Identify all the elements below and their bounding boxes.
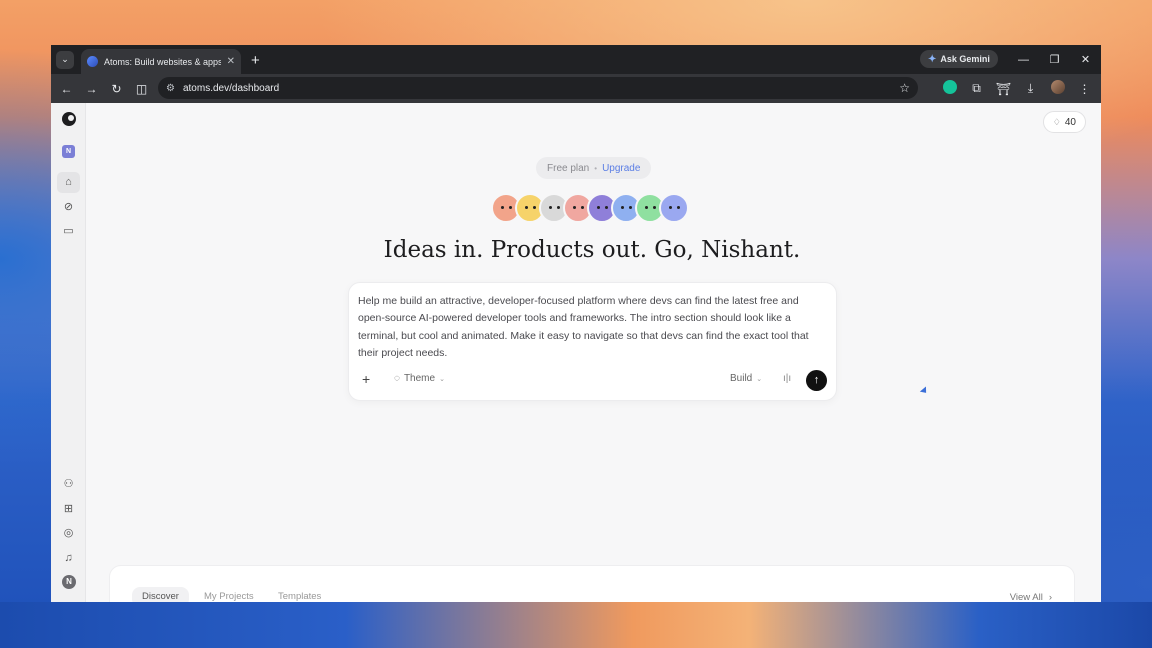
download-icon[interactable]: ⤓: [1018, 81, 1043, 96]
build-label: Build: [730, 373, 753, 384]
gemini-sparkle-icon: ✦: [928, 53, 937, 65]
gem-icon: ♢: [1052, 116, 1061, 127]
palette-icon: ◌: [394, 373, 400, 384]
home-icon[interactable]: ⌂: [57, 172, 80, 193]
theme-label: Theme: [403, 373, 436, 384]
minimize-icon[interactable]: —: [1008, 54, 1039, 66]
restore-icon[interactable]: ❐: [1039, 53, 1070, 66]
reload-icon[interactable]: ↻: [104, 82, 129, 96]
page-title: Ideas in. Products out. Go, Nishant.: [383, 237, 801, 263]
mouse-cursor-icon: [919, 386, 930, 396]
atoms-dashboard: N ⌂ ⊘ ▭ ⚇ ⊞ ◎ ♫ N ♢ 40 Free plan • Upgra…: [51, 103, 1101, 602]
profile-avatar[interactable]: [1045, 80, 1070, 97]
compass-icon[interactable]: ⊘: [57, 197, 80, 218]
sidebar: N ⌂ ⊘ ▭ ⚇ ⊞ ◎ ♫ N: [51, 103, 86, 602]
browser-tab[interactable]: Atoms: Build websites & apps i ✕: [81, 49, 241, 74]
new-tab-icon[interactable]: +: [251, 52, 260, 69]
plan-separator: •: [594, 163, 598, 173]
browser-window: ⌄ Atoms: Build websites & apps i ✕ + ✦ A…: [51, 45, 1101, 602]
prompt-input[interactable]: Help me build an attractive, developer-f…: [358, 293, 828, 362]
url-text: atoms.dev/dashboard: [182, 82, 280, 94]
close-tab-icon[interactable]: ✕: [227, 56, 235, 67]
ask-gemini-button[interactable]: ✦ Ask Gemini: [920, 50, 998, 68]
forward-icon[interactable]: →: [79, 82, 104, 96]
prompt-composer[interactable]: Help me build an attractive, developer-f…: [348, 282, 837, 401]
address-bar[interactable]: ⚙ atoms.dev/dashboard ☆: [158, 77, 918, 99]
plan-label: Free plan: [547, 162, 590, 174]
chevron-down-icon: ⌄: [439, 375, 445, 383]
browser-toolbar: ← → ↻ ◫ ⚙ atoms.dev/dashboard ☆ ⧉ ⛩ ⤓ ⋮: [51, 74, 1101, 103]
split-view-icon[interactable]: ◫: [129, 82, 154, 96]
ask-gemini-label: Ask Gemini: [940, 54, 990, 64]
gift-icon[interactable]: ⊞: [57, 499, 80, 520]
tab-discover[interactable]: Discover: [132, 587, 189, 602]
bookmark-star-icon[interactable]: ☆: [899, 81, 910, 95]
extensions-icon[interactable]: ⧉: [964, 81, 989, 96]
more-menu-icon[interactable]: ⋮: [1072, 82, 1097, 96]
mascot-avatars: [491, 193, 689, 223]
bell-icon[interactable]: ♫: [57, 548, 80, 569]
close-window-icon[interactable]: ✕: [1070, 53, 1101, 66]
chevron-right-icon: ›: [1048, 592, 1052, 602]
tab-search-button[interactable]: ⌄: [56, 50, 74, 69]
atoms-logo-icon[interactable]: [62, 112, 76, 126]
grammarly-extension-icon[interactable]: [937, 80, 962, 97]
tab-templates[interactable]: Templates: [268, 587, 331, 602]
voice-input-icon[interactable]: ı|ı: [783, 373, 791, 384]
credits-badge[interactable]: ♢ 40: [1042, 111, 1086, 133]
credits-count: 40: [1064, 116, 1076, 128]
user-avatar[interactable]: N: [62, 575, 76, 589]
mascot-avatar: [659, 193, 689, 223]
theme-dropdown[interactable]: ◌ Theme ⌄: [394, 373, 445, 384]
users-icon[interactable]: ⚇: [57, 474, 80, 495]
atoms-favicon-icon: [87, 56, 98, 67]
workspace-avatar[interactable]: N: [62, 145, 75, 158]
plan-pill: Free plan • Upgrade: [536, 157, 652, 179]
view-all-label: View All: [1009, 592, 1043, 602]
back-icon[interactable]: ←: [54, 82, 79, 96]
projects-panel: Discover My Projects Templates View All …: [109, 565, 1075, 602]
desktop-wallpaper: [0, 602, 1152, 648]
tab-title: Atoms: Build websites & apps i: [104, 56, 221, 67]
add-attachment-icon[interactable]: +: [362, 371, 370, 387]
settings-icon[interactable]: ◎: [57, 523, 80, 544]
view-all-link[interactable]: View All ›: [1010, 592, 1052, 602]
tab-strip: ⌄ Atoms: Build websites & apps i ✕ + ✦ A…: [51, 45, 1101, 74]
chevron-down-icon: ⌄: [756, 375, 763, 383]
extension-pin-icon[interactable]: ⛩: [991, 82, 1016, 96]
send-button[interactable]: ↑: [806, 370, 827, 391]
upgrade-link[interactable]: Upgrade: [602, 163, 640, 174]
build-mode-dropdown[interactable]: Build ⌄: [730, 373, 762, 384]
tab-my-projects[interactable]: My Projects: [194, 587, 264, 602]
site-settings-icon[interactable]: ⚙: [166, 83, 175, 94]
